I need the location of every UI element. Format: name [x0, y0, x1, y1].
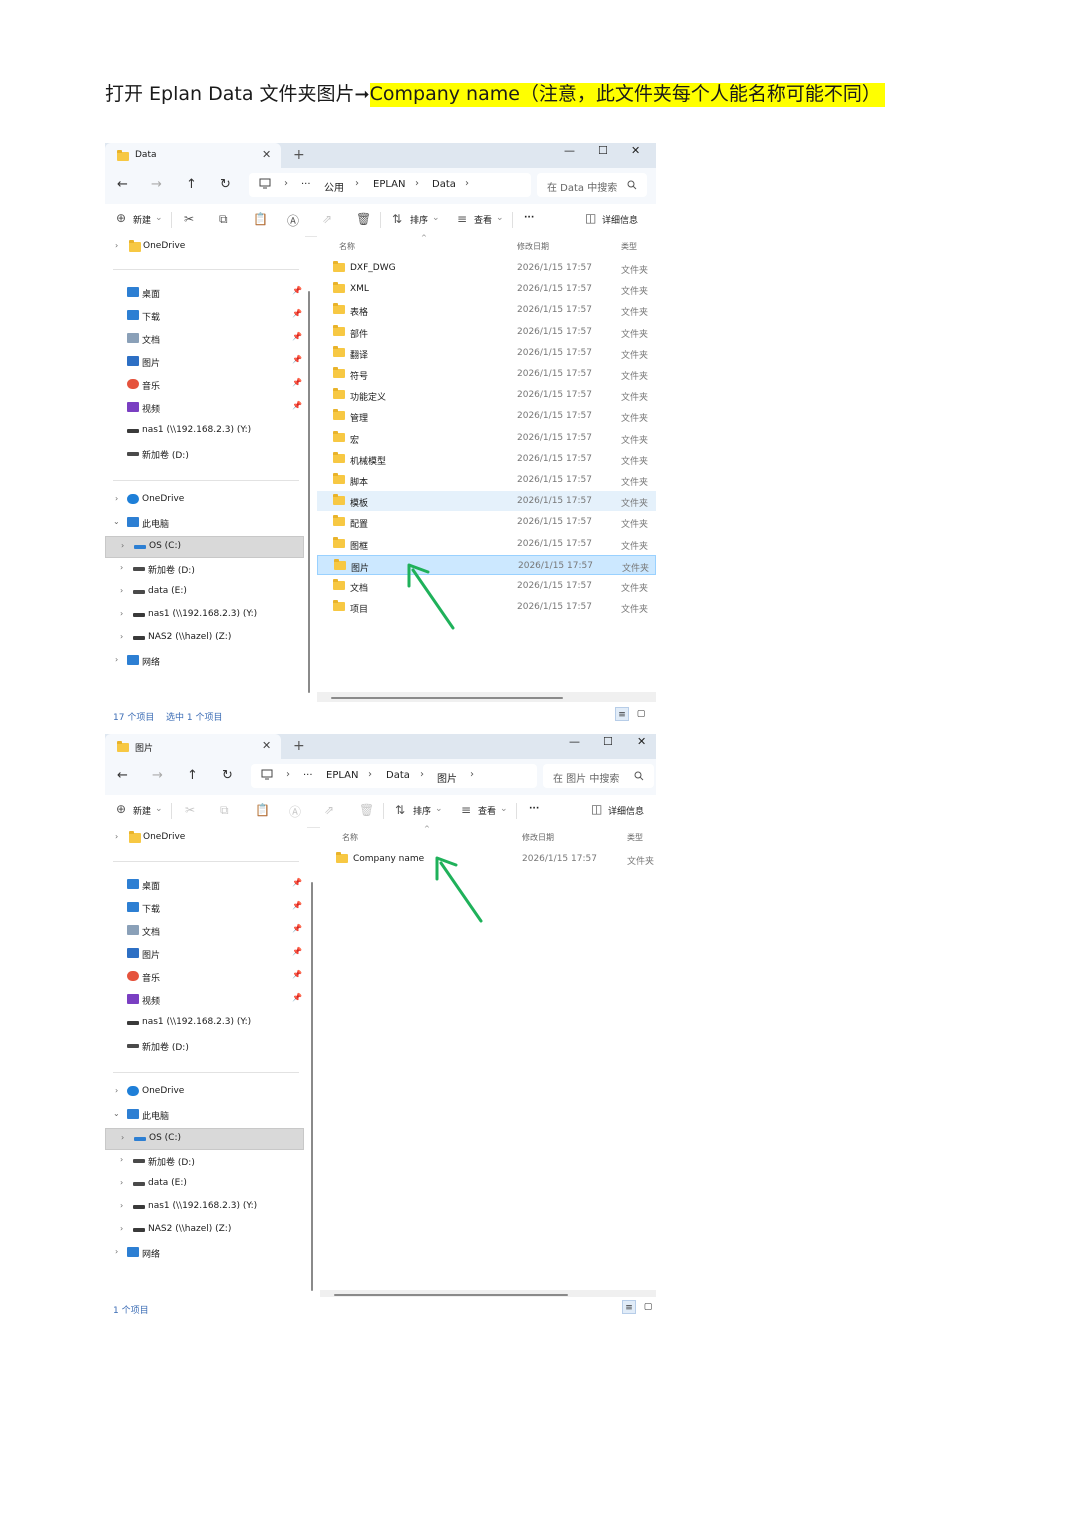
arrow-to-pictures-folder: [407, 563, 455, 630]
arrow-to-company-folder: [435, 856, 483, 923]
annotation-arrows: [407, 563, 483, 923]
